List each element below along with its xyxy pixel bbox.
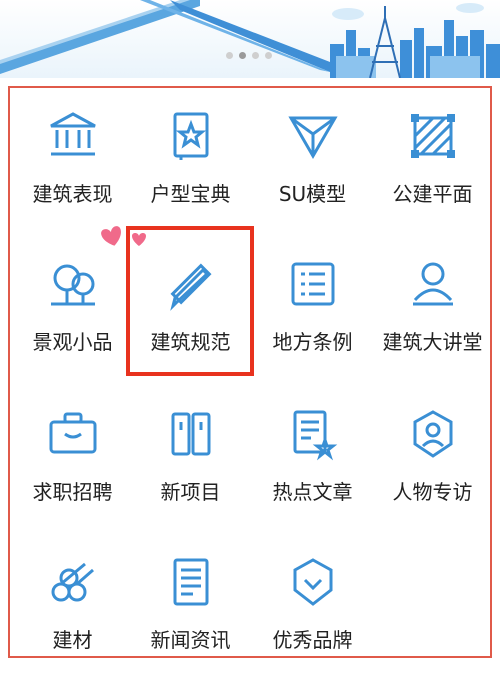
grid-item-label: 建筑大讲堂 xyxy=(382,330,483,354)
brand-shield-icon xyxy=(293,558,332,606)
grid-item-label: 优秀品牌 xyxy=(272,628,353,652)
news-icon xyxy=(173,558,208,606)
grid-item-materials[interactable]: 建材 xyxy=(10,554,135,684)
hearts-icon xyxy=(101,226,146,246)
grid-item-label: 求职招聘 xyxy=(32,480,113,504)
carousel-dots[interactable] xyxy=(226,52,272,59)
grid-item-local-regulations[interactable]: 地方条例 xyxy=(250,256,375,386)
grid-item-jobs[interactable]: 求职招聘 xyxy=(10,406,135,536)
grid-item-label: 地方条例 xyxy=(272,330,353,354)
grid-item-su-model[interactable]: SU模型 xyxy=(250,108,375,238)
grid-item-label: 建材 xyxy=(52,628,93,652)
bank-icon xyxy=(49,112,96,156)
binders-icon xyxy=(171,412,210,456)
top-banner[interactable] xyxy=(0,0,500,78)
grid-item-new-projects[interactable]: 新项目 xyxy=(128,406,253,536)
star-book-icon xyxy=(173,112,208,160)
carousel-dot-active[interactable] xyxy=(239,52,246,59)
grid-item-interviews[interactable]: 人物专访 xyxy=(370,406,495,536)
grid-item-floorplans[interactable]: 户型宝典 xyxy=(128,108,253,238)
grid-item-label: 热点文章 xyxy=(272,480,353,504)
grid-item-label: 建筑表现 xyxy=(32,182,113,206)
carousel-dot[interactable] xyxy=(265,52,272,59)
grid-item-news[interactable]: 新闻资讯 xyxy=(128,554,253,684)
grid-item-label: 人物专访 xyxy=(392,480,473,504)
grid-item-brands[interactable]: 优秀品牌 xyxy=(250,554,375,684)
grid-item-label: 公建平面 xyxy=(392,182,473,206)
briefcase-icon xyxy=(49,412,96,454)
id-badge-icon xyxy=(413,410,452,458)
doc-star-icon xyxy=(293,410,337,461)
grid-item-label: 新闻资讯 xyxy=(150,628,231,652)
grid-item-architectural-rendering[interactable]: 建筑表现 xyxy=(10,108,135,238)
grid-item-label: 户型宝典 xyxy=(150,182,231,206)
list-icon xyxy=(291,262,334,306)
grid-item-label: 景观小品 xyxy=(32,330,113,354)
carousel-dot[interactable] xyxy=(226,52,233,59)
hatched-square-icon xyxy=(410,114,455,158)
trees-icon xyxy=(50,264,95,306)
grid-item-hot-articles[interactable]: 热点文章 xyxy=(250,406,375,536)
grid-item-lecture-hall[interactable]: 建筑大讲堂 xyxy=(370,256,495,386)
carousel-dot[interactable] xyxy=(252,52,259,59)
grid-item-label: 新项目 xyxy=(160,480,221,504)
grid-item-landscape[interactable]: 景观小品 xyxy=(10,256,135,386)
logs-icon xyxy=(51,562,94,602)
person-icon xyxy=(412,262,453,306)
grid-item-public-plans[interactable]: 公建平面 xyxy=(370,108,495,238)
grid-item-label: SU模型 xyxy=(278,182,347,206)
triangle-model-icon xyxy=(287,116,338,159)
